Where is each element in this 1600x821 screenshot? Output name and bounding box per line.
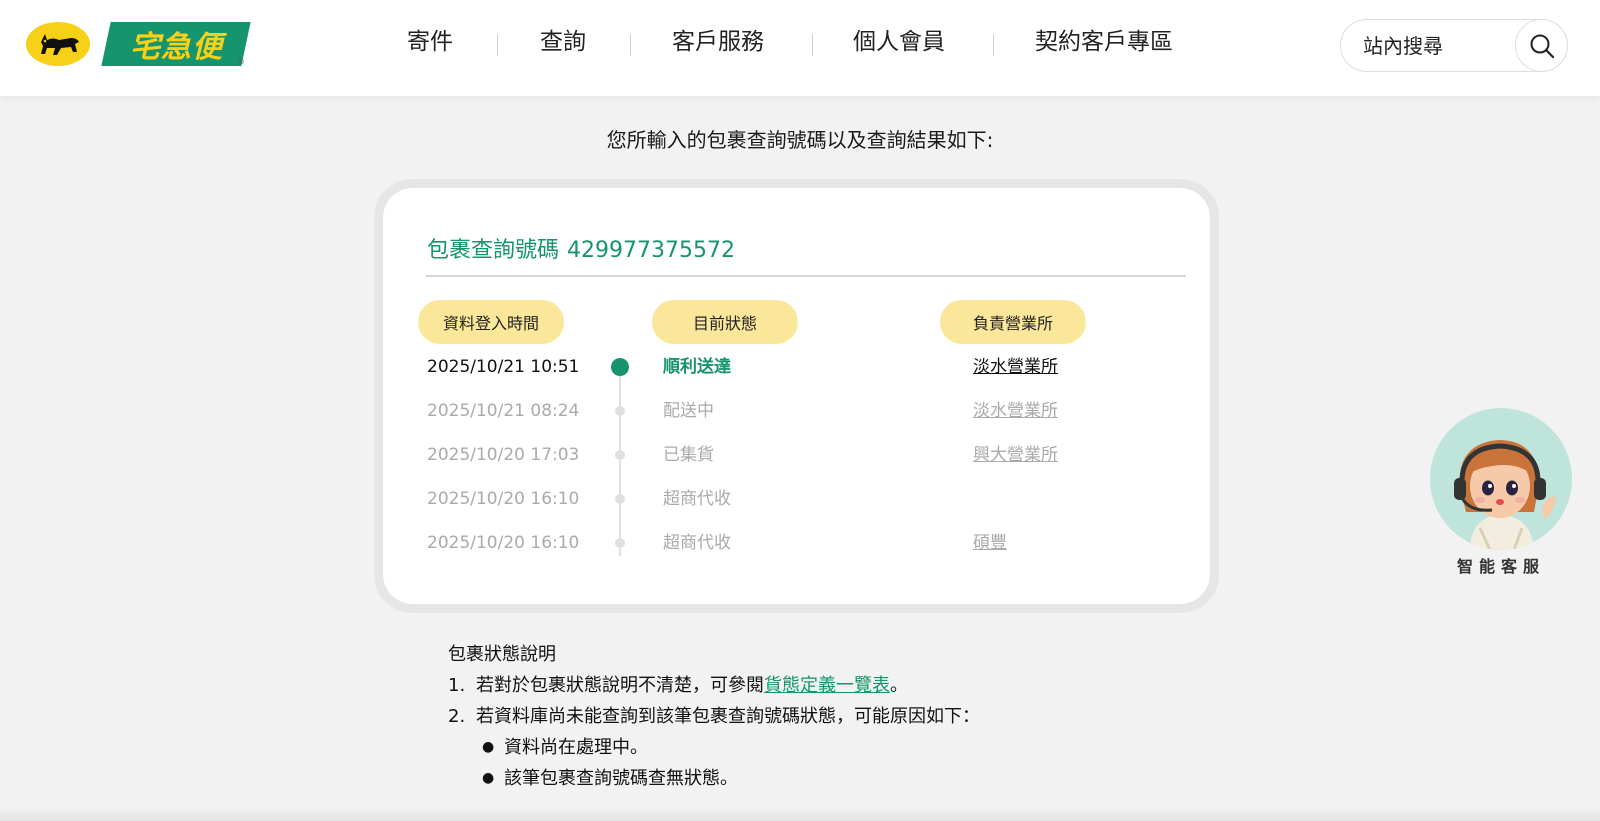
result-intro-text: 您所輸入的包裹查詢號碼以及查詢結果如下: xyxy=(606,128,994,152)
nav-item-contract-customer[interactable]: 契約客戶專區 xyxy=(1035,26,1173,58)
tracking-number-heading: 包裹查詢號碼 429977375572 xyxy=(427,232,743,264)
nav-divider xyxy=(812,34,813,56)
note-number: 1. xyxy=(448,675,466,696)
bullet-icon: ● xyxy=(482,739,495,755)
status-definition-link[interactable]: 貨態定義一覽表 xyxy=(764,675,890,696)
nav-item-send[interactable]: 寄件 xyxy=(407,26,453,58)
row-time: 2025/10/20 16:10 xyxy=(427,489,580,509)
nav-item-tracking[interactable]: 查詢 xyxy=(540,26,586,58)
timeline-dot xyxy=(615,450,625,460)
tracking-result-card: 包裹查詢號碼 429977375572 資料登入時間 目前狀態 負責營業所 202… xyxy=(374,179,1219,613)
tracking-result-panel: 包裹查詢號碼 429977375572 資料登入時間 目前狀態 負責營業所 202… xyxy=(383,188,1210,604)
tracking-row: 2025/10/20 16:10 超商代收 xyxy=(383,487,1210,511)
bullet-icon: ● xyxy=(482,770,495,786)
customer-service-avatar-icon xyxy=(1454,440,1556,550)
row-status: 順利送達 xyxy=(663,357,731,377)
tracking-number-value: 429977375572 xyxy=(567,238,735,263)
row-status: 超商代收 xyxy=(663,533,731,553)
page-bottom-edge xyxy=(0,806,1600,821)
row-office-link[interactable]: 興大營業所 xyxy=(973,443,1058,467)
column-header-time: 資料登入時間 xyxy=(418,300,564,344)
search-input[interactable] xyxy=(1363,32,1503,60)
tracking-row: 2025/10/20 17:03 已集貨 興大營業所 xyxy=(383,443,1210,467)
row-office-link[interactable]: 碩豐 xyxy=(973,531,1007,555)
nav-item-customer-service[interactable]: 客戶服務 xyxy=(672,26,764,58)
column-header-office: 負責營業所 xyxy=(940,300,1086,344)
nav-divider xyxy=(497,34,498,56)
row-time: 2025/10/20 16:10 xyxy=(427,533,580,553)
site-header: 宅急便 ® 寄件 查詢 客戶服務 個人會員 契約客戶專區 xyxy=(0,0,1600,96)
nav-item-member[interactable]: 個人會員 xyxy=(853,26,945,58)
timeline-dot-active xyxy=(611,358,629,376)
search-icon xyxy=(1530,34,1554,58)
bullet-text: 該筆包裹查詢號碼查無狀態。 xyxy=(504,768,738,789)
note-number: 2. xyxy=(448,706,466,727)
note-item: 2. 若資料庫尚未能查詢到該筆包裹查詢號碼狀態，可能原因如下： xyxy=(448,702,980,728)
row-status: 超商代收 xyxy=(663,489,731,509)
note-bullet: ● 資料尚在處理中。 xyxy=(482,733,648,759)
tracking-row: 2025/10/21 08:24 配送中 淡水營業所 xyxy=(383,399,1210,423)
row-status: 已集貨 xyxy=(663,445,714,465)
nav-divider xyxy=(993,34,994,56)
timeline-dot xyxy=(615,538,625,548)
row-time: 2025/10/21 08:24 xyxy=(427,401,580,421)
notes-title: 包裹狀態說明 xyxy=(448,644,556,665)
row-time: 2025/10/21 10:51 xyxy=(427,357,580,377)
smart-assistant-button[interactable] xyxy=(1430,408,1572,550)
search-button[interactable] xyxy=(1515,19,1568,72)
tracking-row: 2025/10/21 10:51 順利送達 淡水營業所 xyxy=(383,355,1210,379)
row-time: 2025/10/20 17:03 xyxy=(427,445,580,465)
tracking-number-label: 包裹查詢號碼 xyxy=(427,238,560,263)
tracking-row: 2025/10/20 16:10 超商代收 碩豐 xyxy=(383,531,1210,555)
note-item: 1. 若對於包裹狀態說明不清楚，可參閱貨態定義一覽表。 xyxy=(448,671,908,697)
row-status: 配送中 xyxy=(663,401,714,421)
row-office-link[interactable]: 淡水營業所 xyxy=(973,355,1058,379)
site-search xyxy=(1340,19,1568,72)
column-header-status: 目前狀態 xyxy=(652,300,798,344)
bullet-text: 資料尚在處理中。 xyxy=(504,737,648,758)
divider xyxy=(426,275,1186,277)
timeline-dot xyxy=(615,406,625,416)
nav-divider xyxy=(630,34,631,56)
row-office-link[interactable]: 淡水營業所 xyxy=(973,399,1058,423)
smart-assistant-label: 智能客服 xyxy=(1456,557,1545,576)
note-text: 若對於包裹狀態說明不清楚，可參閱 xyxy=(476,675,764,696)
timeline-dot xyxy=(615,494,625,504)
note-bullet: ● 該筆包裹查詢號碼查無狀態。 xyxy=(482,764,738,790)
note-text: 若資料庫尚未能查詢到該筆包裹查詢號碼狀態，可能原因如下： xyxy=(476,706,980,727)
note-text-end: 。 xyxy=(890,675,908,696)
